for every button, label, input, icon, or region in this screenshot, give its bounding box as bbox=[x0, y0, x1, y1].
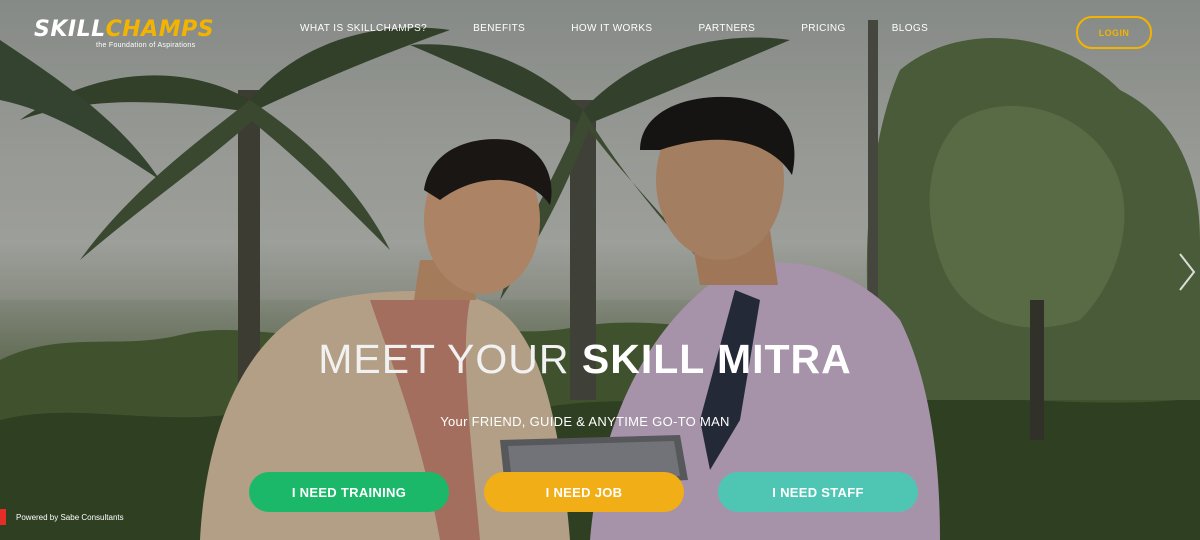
nav-pricing[interactable]: PRICING bbox=[801, 23, 845, 34]
powered-by-text: Powered by Sabe Consultants bbox=[16, 512, 124, 522]
chevron-right-icon[interactable] bbox=[1176, 250, 1198, 294]
main-menu: WHAT IS SKILLCHAMPS? BENEFITS HOW IT WOR… bbox=[300, 23, 974, 34]
logo-tagline: the Foundation of Aspirations bbox=[96, 42, 196, 49]
hero-headline: MEET YOUR SKILL MITRA bbox=[0, 336, 1170, 383]
need-staff-button[interactable]: I NEED STAFF bbox=[718, 472, 918, 512]
nav-how-it-works[interactable]: HOW IT WORKS bbox=[571, 23, 652, 34]
hero-dark-overlay bbox=[0, 0, 1200, 540]
logo-wordmark: SKILLCHAMPS bbox=[34, 18, 214, 42]
need-job-button[interactable]: I NEED JOB bbox=[484, 472, 684, 512]
headline-light-part: MEET YOUR bbox=[318, 336, 570, 382]
logo-suffix: CHAMPS bbox=[105, 17, 215, 42]
skillchamps-logo[interactable]: SKILLCHAMPS the Foundation of Aspiration… bbox=[34, 18, 214, 50]
logo-prefix: SKILL bbox=[34, 17, 106, 42]
top-navigation: SKILLCHAMPS the Foundation of Aspiration… bbox=[0, 0, 1200, 64]
headline-bold-part: SKILL MITRA bbox=[581, 336, 852, 382]
need-training-button[interactable]: I NEED TRAINING bbox=[249, 472, 449, 512]
nav-what-is-skillchamps[interactable]: WHAT IS SKILLCHAMPS? bbox=[300, 23, 427, 34]
hero-banner: SKILLCHAMPS the Foundation of Aspiration… bbox=[0, 0, 1200, 540]
nav-benefits[interactable]: BENEFITS bbox=[473, 23, 525, 34]
powered-by-badge[interactable]: Powered by Sabe Consultants bbox=[0, 508, 124, 526]
login-button[interactable]: LOGIN bbox=[1076, 16, 1152, 49]
nav-blogs[interactable]: BLOGS bbox=[892, 23, 928, 34]
hero-subline: Your FRIEND, GUIDE & ANYTIME GO-TO MAN bbox=[440, 414, 730, 429]
powered-by-red-marker bbox=[0, 509, 6, 525]
nav-partners[interactable]: PARTNERS bbox=[699, 23, 756, 34]
